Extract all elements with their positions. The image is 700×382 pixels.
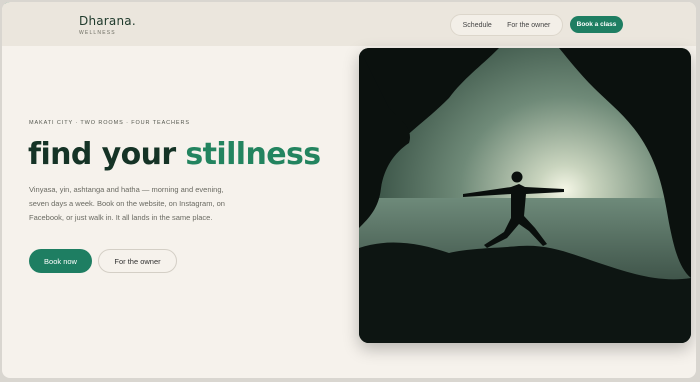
book-class-button[interactable]: Book a class [570,16,623,33]
yoga-warrior-cave-photo [359,48,691,343]
hero-description: Vinyasa, yin, ashtanga and hatha — morni… [29,185,225,222]
nav-item-owner[interactable]: For the owner [507,22,550,29]
brand-tagline: WELLNESS [79,30,116,36]
nav-item-schedule[interactable]: Schedule [463,22,492,29]
hero-title-main: find your [28,137,176,172]
page: Dharana. WELLNESS Schedule For the owner… [2,2,696,378]
brand-name: Dharana. [79,14,136,28]
hero-eyebrow: MAKATI CITY · TWO ROOMS · FOUR TEACHERS [29,120,190,126]
for-owner-button[interactable]: For the owner [98,249,177,273]
hero-title-accent: stillness [185,137,321,172]
hero-title: find your stillness [28,137,321,172]
book-now-button[interactable]: Book now [29,249,92,273]
main-nav: Schedule For the owner [450,14,563,36]
logo[interactable]: Dharana. WELLNESS [79,14,136,36]
hero-image [359,48,691,343]
site-header: Dharana. WELLNESS Schedule For the owner… [2,2,696,46]
